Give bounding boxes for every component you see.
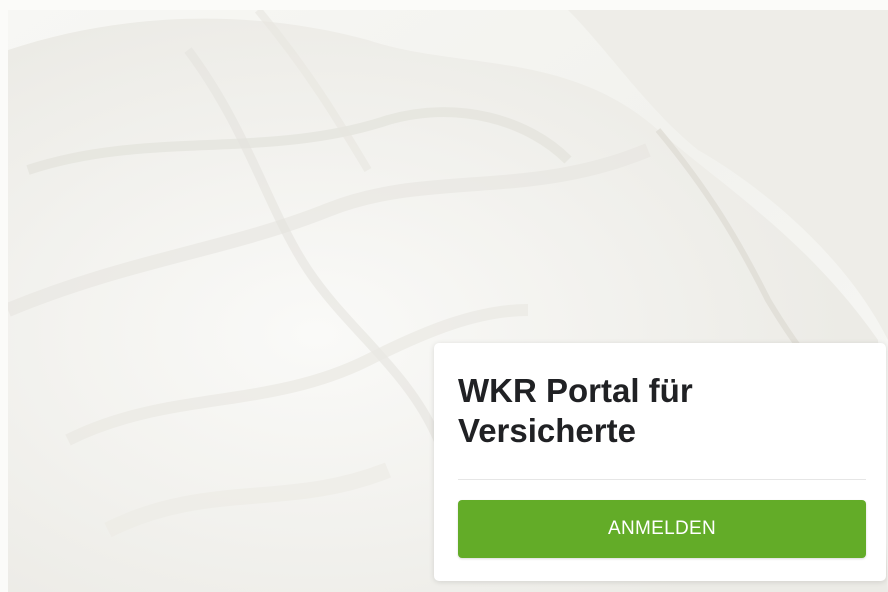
landing-page: WKR Portal für Versicherte ANMELDEN: [0, 0, 888, 592]
card-divider: [458, 479, 866, 480]
login-card: WKR Portal für Versicherte ANMELDEN: [434, 343, 886, 581]
login-button[interactable]: ANMELDEN: [458, 500, 866, 558]
portal-title: WKR Portal für Versicherte: [458, 372, 693, 449]
